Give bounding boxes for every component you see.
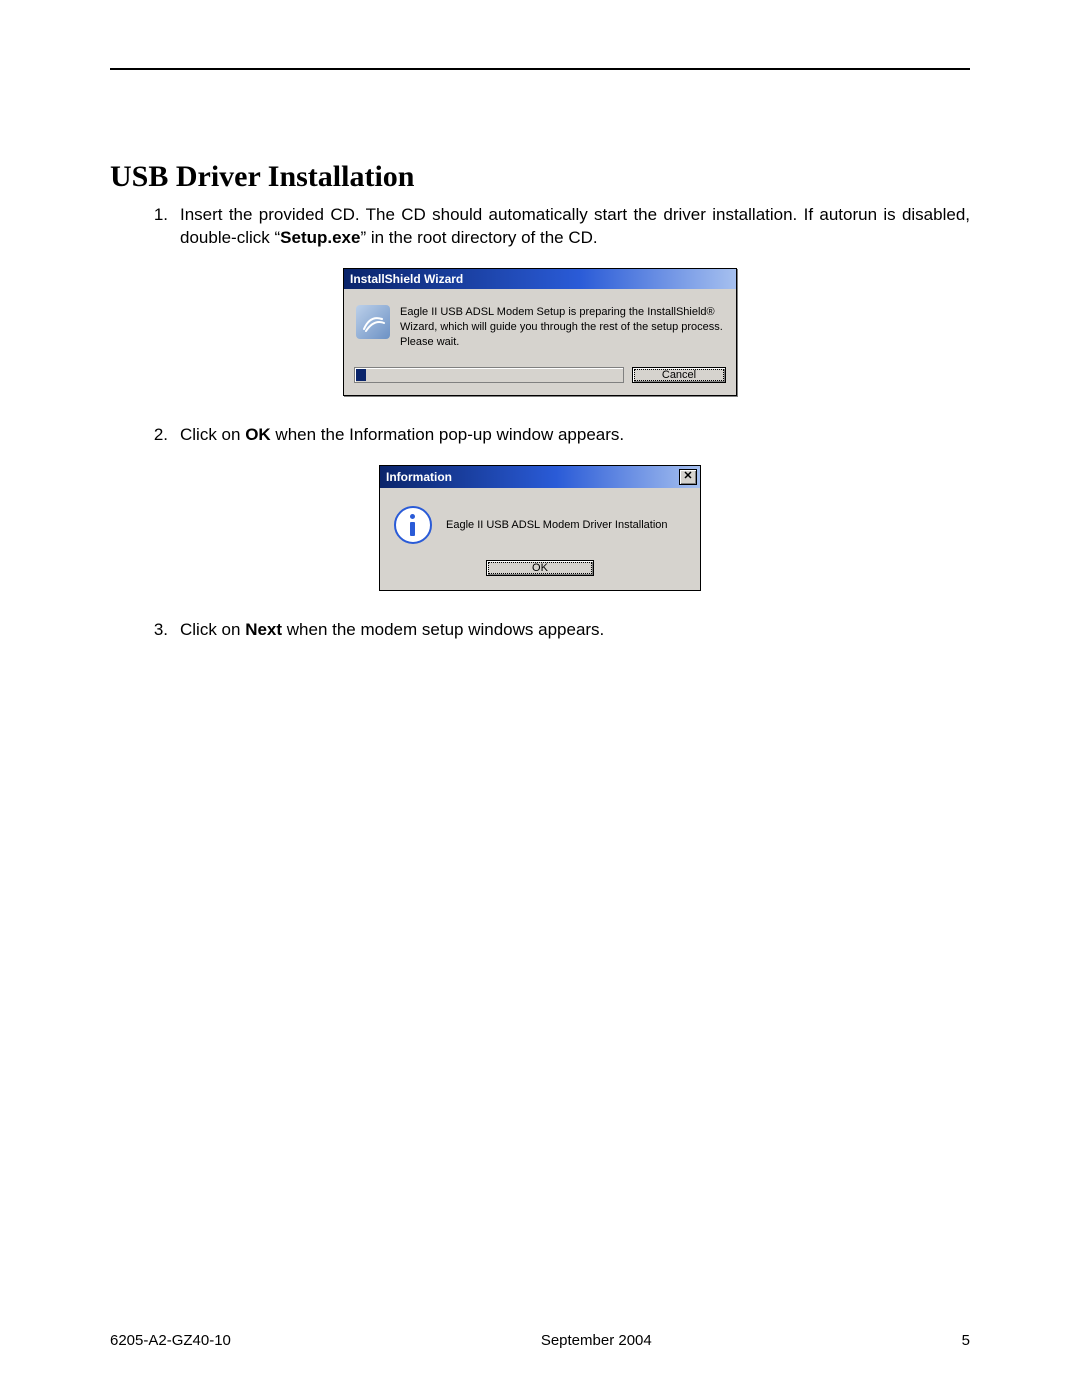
page-footer: 6205-A2-GZ40-10 September 2004 5 [110, 1332, 970, 1349]
information-title-text: Information [386, 470, 452, 484]
setup-exe-label: Setup.exe [280, 228, 360, 247]
info-icon [394, 506, 432, 544]
step-2-number: 2. [140, 424, 180, 447]
installshield-message: Eagle II USB ADSL Modem Setup is prepari… [400, 305, 724, 350]
step-1-post: ” in the root directory of the CD. [360, 228, 597, 247]
step-2-post: when the Information pop-up window appea… [271, 425, 624, 444]
close-button[interactable]: ✕ [679, 469, 697, 485]
step-1-number: 1. [140, 204, 180, 250]
footer-page-number: 5 [962, 1332, 970, 1349]
step-2: 2. Click on OK when the Information pop-… [140, 424, 970, 447]
step-3-text: Click on Next when the modem setup windo… [180, 619, 970, 642]
page-heading: USB Driver Installation [110, 160, 970, 194]
progress-bar [354, 367, 624, 383]
installshield-icon [356, 305, 390, 339]
installshield-titlebar: InstallShield Wizard [344, 269, 736, 289]
information-message: Eagle II USB ADSL Modem Driver Installat… [446, 519, 668, 531]
step-1: 1. Insert the provided CD. The CD should… [140, 204, 970, 250]
information-titlebar: Information ✕ [380, 466, 700, 488]
step-1-text: Insert the provided CD. The CD should au… [180, 204, 970, 250]
progress-fill [356, 369, 366, 381]
ok-label: OK [245, 425, 271, 444]
step-2-text: Click on OK when the Information pop-up … [180, 424, 970, 447]
footer-doc-id: 6205-A2-GZ40-10 [110, 1332, 231, 1349]
footer-date: September 2004 [541, 1332, 652, 1349]
step-3-post: when the modem setup windows appears. [282, 620, 604, 639]
top-rule [110, 68, 970, 70]
step-3-number: 3. [140, 619, 180, 642]
step-3-pre: Click on [180, 620, 245, 639]
information-dialog: Information ✕ Eagle II USB ADSL Modem Dr… [379, 465, 701, 591]
step-2-pre: Click on [180, 425, 245, 444]
ok-button[interactable]: OK [486, 560, 594, 576]
cancel-button[interactable]: Cancel [632, 367, 726, 383]
step-3: 3. Click on Next when the modem setup wi… [140, 619, 970, 642]
next-label: Next [245, 620, 282, 639]
installshield-dialog: InstallShield Wizard Eagle II USB ADSL M… [343, 268, 737, 397]
